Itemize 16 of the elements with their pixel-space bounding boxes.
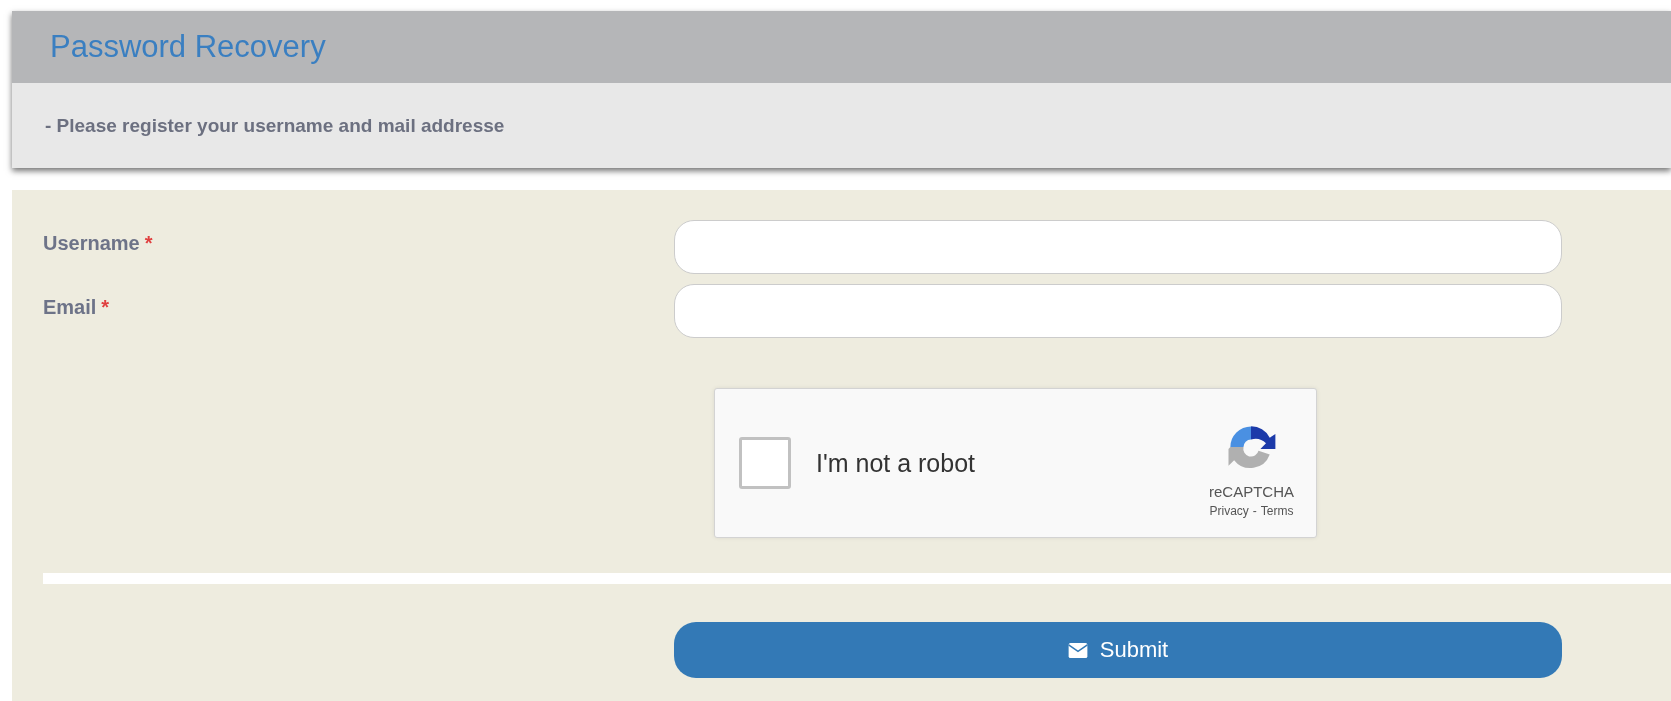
submit-button[interactable]: Submit — [674, 622, 1562, 678]
instruction-text: - Please register your username and mail addresse — [45, 114, 505, 137]
required-mark: * — [101, 296, 110, 319]
link-separator: - — [1252, 503, 1257, 518]
envelope-icon — [1067, 642, 1088, 658]
field-label: Username — [43, 232, 140, 255]
input-field[interactable] — [674, 220, 1562, 274]
input-field[interactable] — [674, 284, 1562, 338]
captcha-brand: reCAPTCHA — [1209, 482, 1294, 500]
privacy-link[interactable]: Privacy — [1209, 503, 1249, 518]
captcha-checkbox[interactable] — [739, 437, 791, 489]
field-label: Email — [43, 296, 97, 319]
terms-link[interactable]: Terms — [1260, 503, 1294, 518]
captcha-label: I'm not a robot — [816, 448, 977, 478]
page-title: Password Recovery — [50, 29, 326, 65]
required-mark: * — [144, 232, 153, 255]
